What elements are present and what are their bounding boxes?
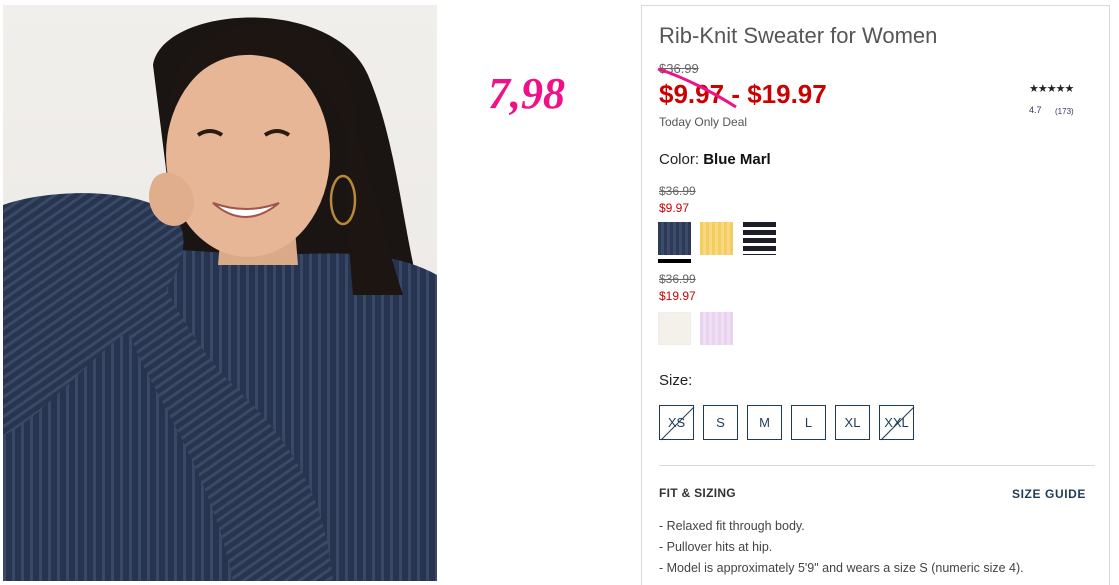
product-title: Rib-Knit Sweater for Women [659,23,938,48]
section-divider [659,465,1095,466]
color-selected-row: Color: Blue Marl [659,151,771,168]
size-l-button[interactable]: L [791,405,826,440]
group1-original-price: $36.99 [659,184,696,198]
unavailable-icon [880,406,915,441]
review-count[interactable]: (173) [1055,107,1074,116]
size-m-label: M [759,415,770,430]
unavailable-icon [660,406,695,441]
fit-details-list: Relaxed fit through body. Pullover hits … [659,516,1024,579]
rating-stars-icon: ★★★★★ [1029,83,1074,95]
size-m-button[interactable]: M [747,405,782,440]
swatch-yellow[interactable] [700,222,733,255]
size-s-button[interactable]: S [703,405,738,440]
product-info-panel: Rib-Knit Sweater for Women $36.99 $9.97 … [641,5,1110,585]
deal-label: Today Only Deal [659,115,748,129]
size-label: Size: [659,372,693,389]
swatch-cream[interactable] [658,312,691,345]
group1-sale-price: $9.97 [659,201,690,215]
size-guide-link[interactable]: SIZE GUIDE [1012,487,1086,501]
size-xl-button[interactable]: XL [835,405,870,440]
sale-price-low: $9.97 [657,67,737,109]
product-photo [3,5,437,581]
size-xl-label: XL [844,415,861,430]
swatch-lavender[interactable] [700,312,733,345]
size-xs-button[interactable]: XS [659,405,695,441]
rating[interactable]: ★★★★★ 4.7 (173) [1029,82,1089,116]
color-label: Color: [659,151,700,168]
rating-value: 4.7 [1029,105,1042,115]
sale-price-high: $19.97 [747,79,827,109]
swatch-blue-marl[interactable] [658,222,691,263]
strike-mark-icon [657,67,737,109]
list-item: Relaxed fit through body. [659,516,1024,537]
size-s-label: S [716,415,725,430]
sale-price: $9.97 - $19.97 [657,67,827,110]
color-selected-name: Blue Marl [703,151,771,168]
group2-original-price: $36.99 [659,272,696,286]
model-illustration [3,17,437,581]
fit-sizing-heading[interactable]: FIT & SIZING [659,486,736,500]
list-item: Model is approximately 5'9" and wears a … [659,558,1024,579]
group2-sale-price: $19.97 [659,289,696,303]
list-item: Pullover hits at hip. [659,537,1024,558]
swatch-navy-stripe[interactable] [743,222,776,255]
size-l-label: L [804,415,813,430]
price-annotation: 7,98 [488,69,565,118]
size-xxl-button[interactable]: XXL [879,405,915,441]
